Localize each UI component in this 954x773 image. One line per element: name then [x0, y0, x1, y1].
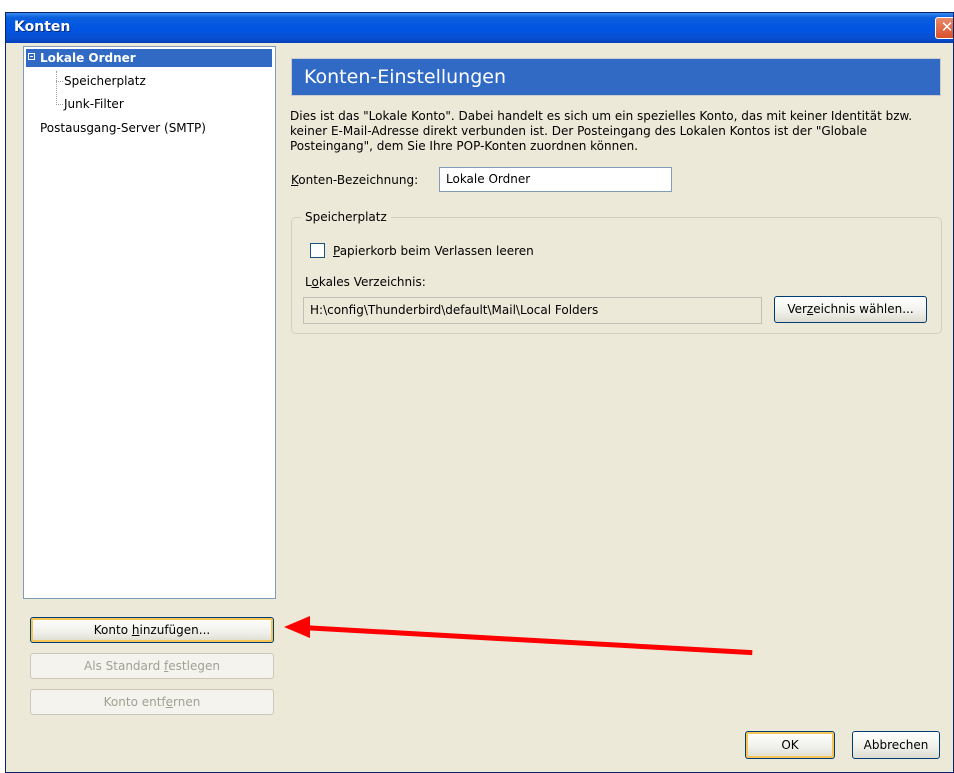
tree-item-storage[interactable]: Speicherplatz: [64, 73, 146, 89]
label-text: onten-Bezeichnung:: [298, 173, 419, 187]
add-account-button[interactable]: Konto hinzufügen...: [30, 617, 274, 643]
tree-item-smtp[interactable]: Postausgang-Server (SMTP): [40, 120, 206, 136]
ok-button[interactable]: OK: [745, 731, 835, 759]
storage-legend: Speicherplatz: [301, 210, 391, 224]
button-label: Konto: [93, 623, 132, 637]
account-name-input[interactable]: Lokale Ordner: [439, 167, 672, 192]
button-label: inzufügen...: [139, 623, 211, 637]
label-text: apierkorb beim Verlassen leeren: [339, 244, 534, 258]
button-label: Ver: [787, 302, 807, 316]
tree-connector: [56, 71, 57, 105]
choose-directory-button[interactable]: Verzeichnis wählen...: [774, 296, 927, 323]
account-name-label: Konten-Bezeichnung:: [291, 173, 418, 187]
set-default-button[interactable]: Als Standard festlegen: [30, 653, 274, 679]
mnemonic: P: [333, 244, 340, 258]
collapse-icon[interactable]: [28, 53, 35, 60]
button-label: estlegen: [168, 659, 220, 673]
label-text: kales Verzeichnis:: [318, 275, 426, 289]
tree-item-junk-filter[interactable]: Junk-Filter: [64, 96, 124, 112]
button-label: Als Standard: [84, 659, 165, 673]
account-description: Dies ist das "Lokale Konto". Dabei hande…: [290, 109, 913, 153]
empty-trash-label[interactable]: Papierkorb beim Verlassen leeren: [333, 244, 534, 258]
remove-account-button[interactable]: Konto entfernen: [30, 689, 274, 715]
settings-header: Konten-Einstellungen: [291, 58, 941, 96]
tree-item-local-folders[interactable]: Lokale Ordner: [26, 49, 272, 67]
empty-trash-checkbox[interactable]: [310, 243, 325, 258]
tree-connector: [56, 81, 63, 82]
local-directory-label: Lokales Verzeichnis:: [305, 275, 426, 289]
window-title: Konten: [14, 19, 71, 35]
annotation-arrow-icon: [284, 616, 310, 638]
button-label: Konto entf: [103, 695, 166, 709]
button-label: eichnis wählen...: [813, 302, 914, 316]
close-icon[interactable]: ✕: [935, 17, 953, 39]
button-label: rnen: [173, 695, 201, 709]
mnemonic: e: [165, 695, 174, 709]
account-tree[interactable]: Lokale Ordner Speicherplatz Junk-Filter …: [23, 46, 276, 599]
title-bar[interactable]: Konten ✕: [6, 13, 953, 43]
local-directory-field[interactable]: H:\config\Thunderbird\default\Mail\Local…: [303, 297, 762, 324]
mnemonic: o: [311, 275, 319, 289]
tree-item-label: Lokale Ordner: [40, 51, 136, 65]
tree-connector: [56, 104, 63, 105]
cancel-button[interactable]: Abbrechen: [852, 731, 940, 759]
